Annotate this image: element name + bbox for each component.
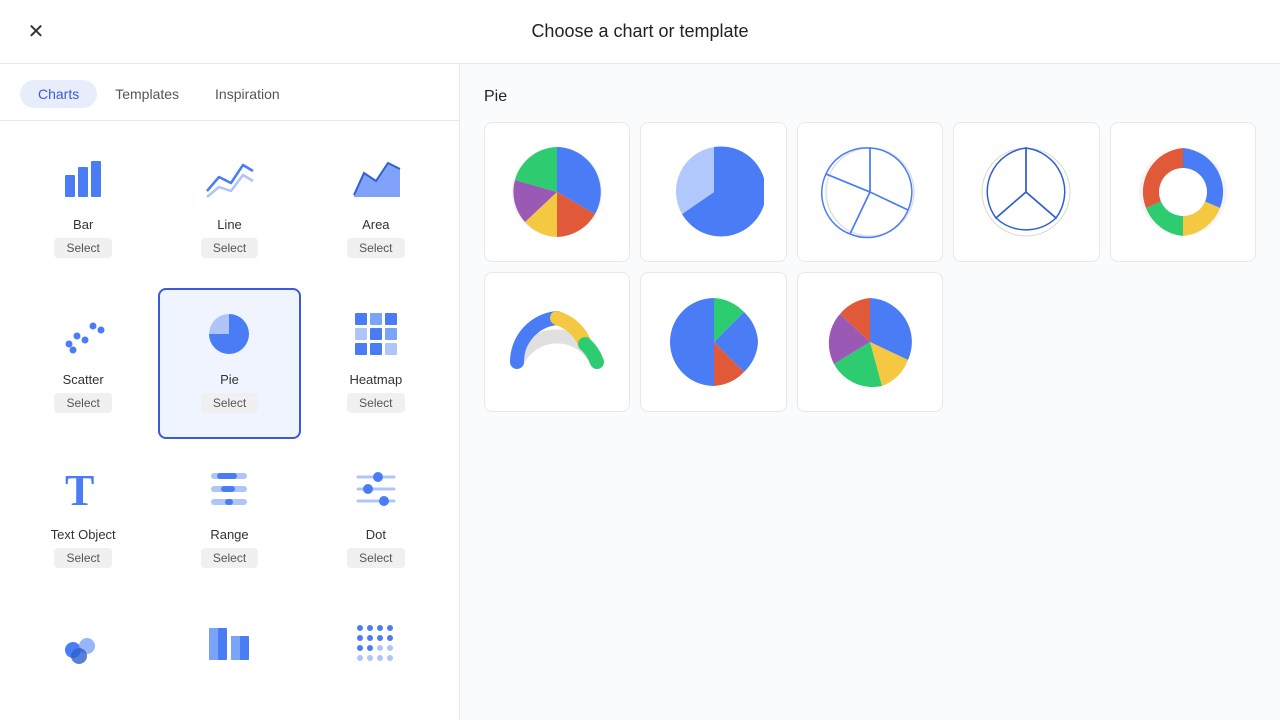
pie-chart-icon bbox=[199, 304, 259, 364]
pie-section-title: Pie bbox=[484, 88, 1256, 106]
dot-select-btn[interactable]: Select bbox=[347, 548, 404, 568]
tab-bar: Charts Templates Inspiration bbox=[0, 64, 459, 121]
bar2-chart-icon bbox=[199, 614, 259, 674]
line-chart-icon bbox=[199, 149, 259, 209]
heatmap-chart-name: Heatmap bbox=[349, 372, 402, 387]
chart-item-area[interactable]: Area Select bbox=[305, 133, 447, 284]
bar-chart-icon bbox=[53, 149, 113, 209]
heatmap-select-btn[interactable]: Select bbox=[347, 393, 404, 413]
pie-variant-8[interactable] bbox=[797, 272, 943, 412]
scatter-chart-name: Scatter bbox=[63, 372, 104, 387]
dot-chart-name: Dot bbox=[366, 527, 386, 542]
tab-charts[interactable]: Charts bbox=[20, 80, 97, 108]
area-select-btn[interactable]: Select bbox=[347, 238, 404, 258]
pie-variant-4[interactable] bbox=[953, 122, 1099, 262]
pie-variant-2[interactable] bbox=[640, 122, 786, 262]
text-select-btn[interactable]: Select bbox=[54, 548, 111, 568]
svg-text:T: T bbox=[65, 466, 94, 515]
area-chart-name: Area bbox=[362, 217, 389, 232]
main-content: Charts Templates Inspiration Bar Select bbox=[0, 64, 1280, 720]
pie-variants-grid bbox=[484, 122, 1256, 412]
pie-chart-name: Pie bbox=[220, 372, 239, 387]
tab-inspiration[interactable]: Inspiration bbox=[197, 80, 298, 108]
chart-item-bar2[interactable] bbox=[158, 598, 300, 708]
line-chart-name: Line bbox=[217, 217, 242, 232]
dotgrid-chart-icon bbox=[346, 614, 406, 674]
chart-item-line[interactable]: Line Select bbox=[158, 133, 300, 284]
left-panel: Charts Templates Inspiration Bar Select bbox=[0, 64, 460, 720]
top-bar: ✕ Choose a chart or template bbox=[0, 0, 1280, 64]
chart-item-pie[interactable]: Pie Select bbox=[158, 288, 300, 439]
bar-select-btn[interactable]: Select bbox=[54, 238, 111, 258]
chart-item-dot[interactable]: Dot Select bbox=[305, 443, 447, 594]
heatmap-chart-icon bbox=[346, 304, 406, 364]
combo-chart-icon bbox=[53, 614, 113, 674]
bar-chart-name: Bar bbox=[73, 217, 93, 232]
chart-item-dotgrid[interactable] bbox=[305, 598, 447, 708]
chart-item-combo[interactable] bbox=[12, 598, 154, 708]
pie-select-btn[interactable]: Select bbox=[201, 393, 258, 413]
dialog-title: Choose a chart or template bbox=[531, 21, 748, 42]
chart-item-bar[interactable]: Bar Select bbox=[12, 133, 154, 284]
range-chart-icon bbox=[199, 459, 259, 519]
chart-item-range[interactable]: Range Select bbox=[158, 443, 300, 594]
chart-item-heatmap[interactable]: Heatmap Select bbox=[305, 288, 447, 439]
scatter-select-btn[interactable]: Select bbox=[54, 393, 111, 413]
range-select-btn[interactable]: Select bbox=[201, 548, 258, 568]
close-button[interactable]: ✕ bbox=[20, 16, 52, 48]
scatter-chart-icon bbox=[53, 304, 113, 364]
text-chart-name: Text Object bbox=[51, 527, 116, 542]
text-chart-icon: T bbox=[53, 459, 113, 519]
right-panel: Pie bbox=[460, 64, 1280, 720]
chart-item-text[interactable]: T Text Object Select bbox=[12, 443, 154, 594]
chart-grid: Bar Select Line Select bbox=[0, 121, 459, 720]
dot-chart-icon bbox=[346, 459, 406, 519]
chart-item-scatter[interactable]: Scatter Select bbox=[12, 288, 154, 439]
pie-variant-1[interactable] bbox=[484, 122, 630, 262]
tab-templates[interactable]: Templates bbox=[97, 80, 197, 108]
area-chart-icon bbox=[346, 149, 406, 209]
pie-variant-3[interactable] bbox=[797, 122, 943, 262]
pie-variant-5[interactable] bbox=[1110, 122, 1256, 262]
pie-variant-7[interactable] bbox=[640, 272, 786, 412]
range-chart-name: Range bbox=[210, 527, 248, 542]
pie-variant-6[interactable] bbox=[484, 272, 630, 412]
line-select-btn[interactable]: Select bbox=[201, 238, 258, 258]
